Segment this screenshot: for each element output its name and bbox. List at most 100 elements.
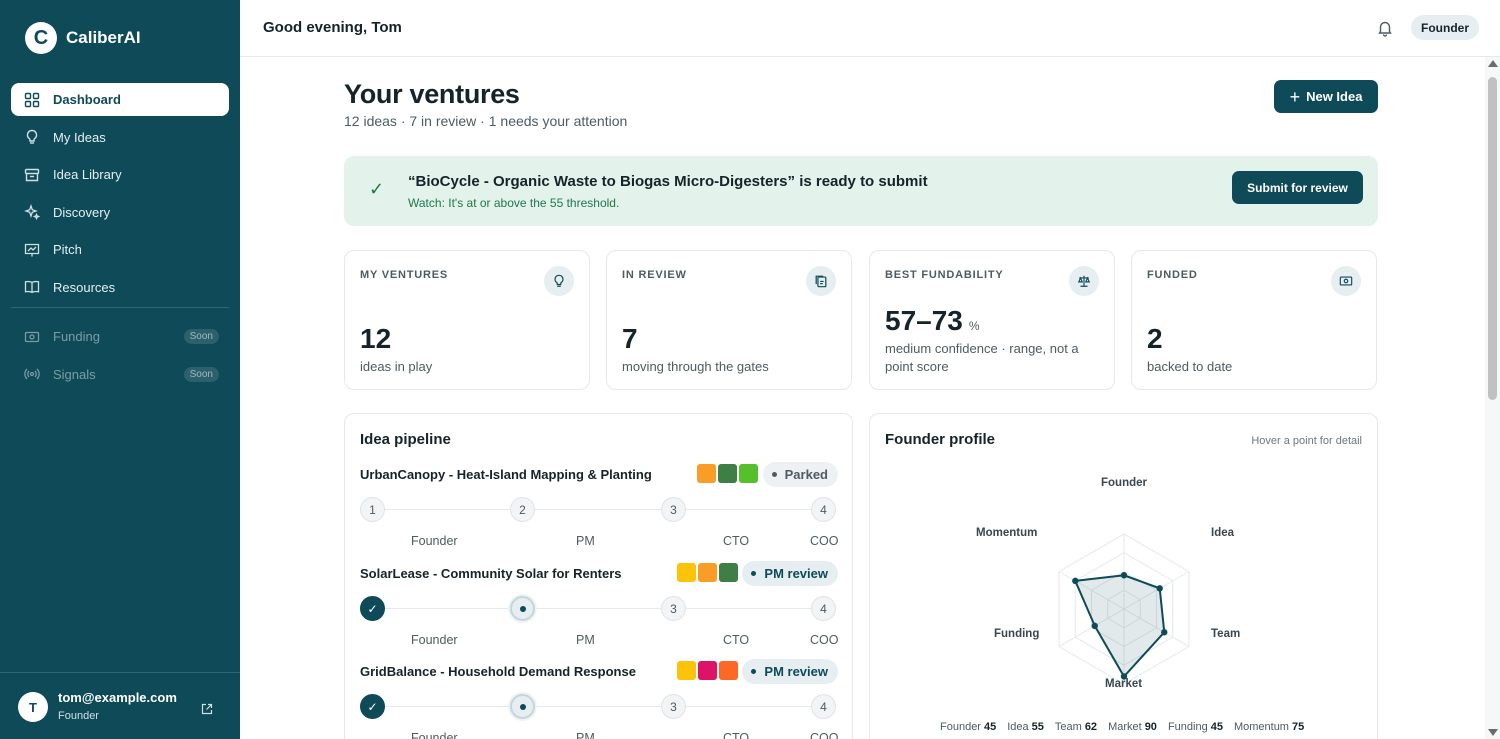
stage-node: 4 xyxy=(811,596,836,621)
soon-badge: Soon xyxy=(183,366,219,382)
page-title: Your ventures xyxy=(344,79,520,109)
stat-card-my-ventures[interactable]: MY VENTURES 12 ideas in play xyxy=(344,250,590,390)
radar-point[interactable] xyxy=(1156,585,1163,592)
stage-number: 4 xyxy=(820,502,827,517)
scroll-down-arrow-icon[interactable] xyxy=(1488,729,1498,736)
stage-node: 3 xyxy=(661,596,686,621)
sidebar-item-signals[interactable]: Signals Soon xyxy=(11,358,229,391)
radar-point[interactable] xyxy=(1120,572,1128,579)
stat-card-funded[interactable]: FUNDED 2 backed to date xyxy=(1131,250,1377,390)
stage-number: 4 xyxy=(820,601,827,616)
pipeline-row[interactable]: UrbanCanopy - Heat-Island Mapping & Plan… xyxy=(360,462,839,563)
sidebar-divider xyxy=(11,307,229,308)
legend-value: 45 xyxy=(983,721,997,733)
stage-node: 2 xyxy=(510,497,535,522)
current-dot xyxy=(519,605,526,612)
sparkles-icon xyxy=(24,204,40,220)
banner-note: Watch: It's at or above the 55 threshold… xyxy=(408,196,620,210)
new-idea-button[interactable]: + New Idea xyxy=(1274,80,1378,113)
bell-icon[interactable] xyxy=(1376,19,1394,37)
stage-number: 3 xyxy=(670,502,677,517)
user-role: Founder xyxy=(58,710,99,722)
sdg-badge-icon xyxy=(677,661,696,680)
sdg-badge-icon xyxy=(698,661,717,680)
stat-card-best-fundability[interactable]: BEST FUNDABILITY 57–73% medium confidenc… xyxy=(869,250,1115,390)
stage-label: Founder xyxy=(411,731,458,739)
status-label: Parked xyxy=(784,467,828,482)
sidebar-soon-group: Funding Soon Signals Soon xyxy=(11,320,229,395)
stage-number: 1 xyxy=(369,502,376,517)
legend-name: Funding xyxy=(1167,721,1208,733)
legend-name: Momentum xyxy=(1233,721,1289,733)
sidebar-item-idea-library[interactable]: Idea Library xyxy=(11,158,229,191)
ready-banner: ✓ “BioCycle - Organic Waste to Biogas Mi… xyxy=(344,156,1378,226)
user-email: tom@example.com xyxy=(58,690,177,705)
sidebar-item-discovery[interactable]: Discovery xyxy=(11,196,229,229)
clipboard-copy-icon xyxy=(806,266,836,296)
stage-label: Founder xyxy=(411,633,458,647)
stage-node-current xyxy=(510,596,535,621)
stage-number: 2 xyxy=(519,502,526,517)
avatar[interactable]: T xyxy=(18,692,48,722)
stage-number: 3 xyxy=(670,601,677,616)
legend-item: Momentum 75 xyxy=(1234,721,1304,733)
stat-label: MY VENTURES xyxy=(360,269,449,281)
stat-value-unit: % xyxy=(968,319,980,333)
sdg-badge-icon xyxy=(719,661,738,680)
status-label: PM review xyxy=(764,664,828,679)
sidebar-item-label: Discovery xyxy=(53,204,111,220)
sidebar-item-pitch[interactable]: Pitch xyxy=(11,233,229,266)
stage-label: PM xyxy=(576,534,595,548)
status-badge: PM review xyxy=(742,561,838,586)
stage-label: CTO xyxy=(723,534,750,548)
legend-item: Team 62 xyxy=(1055,721,1097,733)
top-bar: Good evening, Tom Founder xyxy=(240,0,1500,57)
stat-value: 7 xyxy=(622,323,638,355)
radar-legend: Founder 45 Idea 55 Team 62 Market 90 Funding… xyxy=(940,721,1315,733)
founder-profile-panel: Founder profile Hover a point for detail… xyxy=(869,413,1378,739)
status-label: PM review xyxy=(764,566,828,581)
status-dot xyxy=(751,571,757,576)
new-idea-label: New Idea xyxy=(1306,89,1363,104)
stage-label: COO xyxy=(810,534,839,548)
founder-radar-chart[interactable]: Founder Idea Team Market Funding Momentu… xyxy=(870,459,1378,719)
sdg-badge-icon xyxy=(718,464,737,483)
sidebar-item-label: Funding xyxy=(53,329,100,344)
brand-logo: C xyxy=(25,22,57,54)
radar-point[interactable] xyxy=(1072,577,1079,585)
logout-icon[interactable] xyxy=(200,702,214,716)
pipeline-row[interactable]: SolarLease - Community Solar for Renters… xyxy=(360,561,838,662)
radar-point[interactable] xyxy=(1091,622,1098,630)
sidebar-item-dashboard[interactable]: Dashboard xyxy=(11,83,229,116)
sdg-badges xyxy=(697,464,760,483)
sidebar-item-resources[interactable]: Resources xyxy=(11,271,229,304)
scroll-up-arrow-icon[interactable] xyxy=(1488,60,1498,67)
sdg-badge-icon xyxy=(719,563,738,582)
panel-title: Founder profile xyxy=(885,431,995,448)
brand[interactable]: C CaliberAI xyxy=(25,22,141,54)
pipeline-row[interactable]: GridBalance - Household Demand Response … xyxy=(360,659,838,739)
radar-point[interactable] xyxy=(1161,629,1168,636)
sidebar-item-funding[interactable]: Funding Soon xyxy=(11,320,229,353)
stage-track xyxy=(372,608,824,609)
archive-icon xyxy=(24,167,40,183)
stat-label: FUNDED xyxy=(1147,269,1198,281)
sidebar-item-label: Dashboard xyxy=(53,92,121,107)
page-scrollbar[interactable] xyxy=(1485,57,1500,739)
role-pill[interactable]: Founder xyxy=(1411,15,1479,40)
banknote-icon xyxy=(1331,266,1361,296)
legend-name: Team xyxy=(1054,721,1082,733)
stat-card-in-review[interactable]: IN REVIEW 7 moving through the gates xyxy=(606,250,852,390)
sidebar-item-label: Idea Library xyxy=(53,167,122,182)
legend-value: 90 xyxy=(1144,721,1157,733)
stage-number: 3 xyxy=(670,699,677,714)
panel-hint: Hover a point for detail xyxy=(1251,435,1362,447)
check-icon: ✓ xyxy=(369,179,385,199)
status-dot xyxy=(771,472,777,477)
check-icon: ✓ xyxy=(367,699,378,714)
legend-item: Market 90 xyxy=(1108,721,1157,733)
sidebar-item-my-ideas[interactable]: My Ideas xyxy=(11,121,229,154)
scroll-thumb[interactable] xyxy=(1488,77,1497,400)
legend-item: Funding 45 xyxy=(1168,721,1223,733)
submit-for-review-button[interactable]: Submit for review xyxy=(1232,171,1363,204)
